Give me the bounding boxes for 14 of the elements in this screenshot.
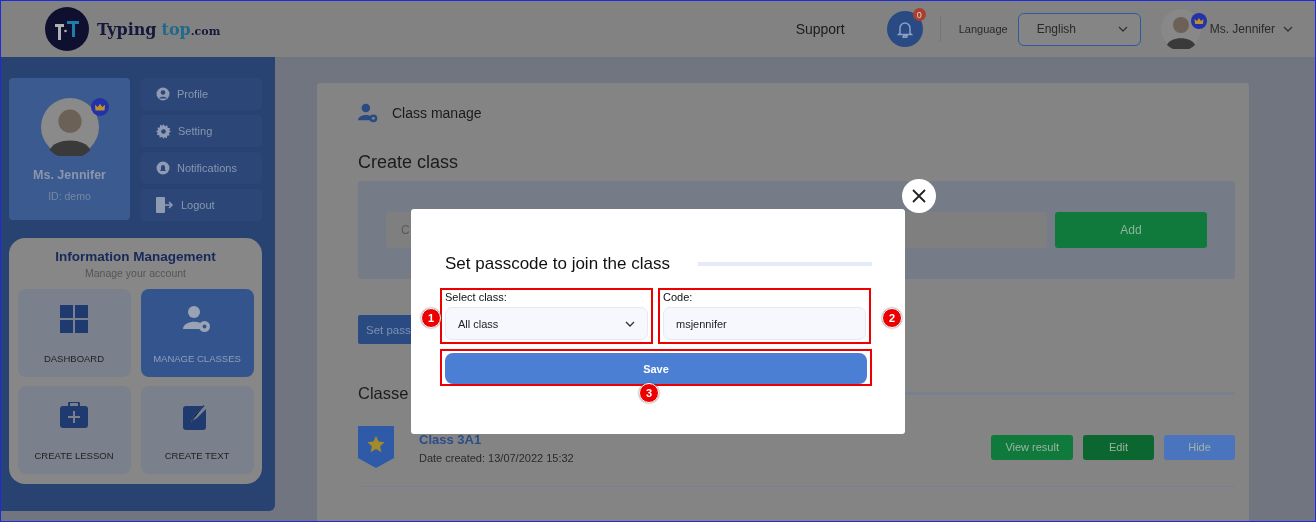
field-label: Select class: bbox=[445, 291, 508, 303]
step-marker: 3 bbox=[639, 383, 659, 403]
step-marker: 1 bbox=[421, 308, 441, 328]
field-label: Code: bbox=[663, 291, 694, 303]
page-title: Class manage bbox=[392, 105, 482, 121]
profile-name: Ms. Jennifer bbox=[33, 168, 106, 182]
step-marker: 2 bbox=[882, 308, 902, 328]
section-heading: Create class bbox=[358, 152, 460, 173]
profile-id: ID: demo bbox=[48, 190, 91, 202]
panel-title: Information Management bbox=[55, 249, 216, 264]
modal-title: Set passcode to join the class bbox=[445, 254, 670, 274]
date-created: Date created: 13/07/2022 15:32 bbox=[419, 452, 575, 464]
section-heading: Classe bbox=[358, 384, 409, 403]
language-label: Language bbox=[958, 23, 1008, 35]
